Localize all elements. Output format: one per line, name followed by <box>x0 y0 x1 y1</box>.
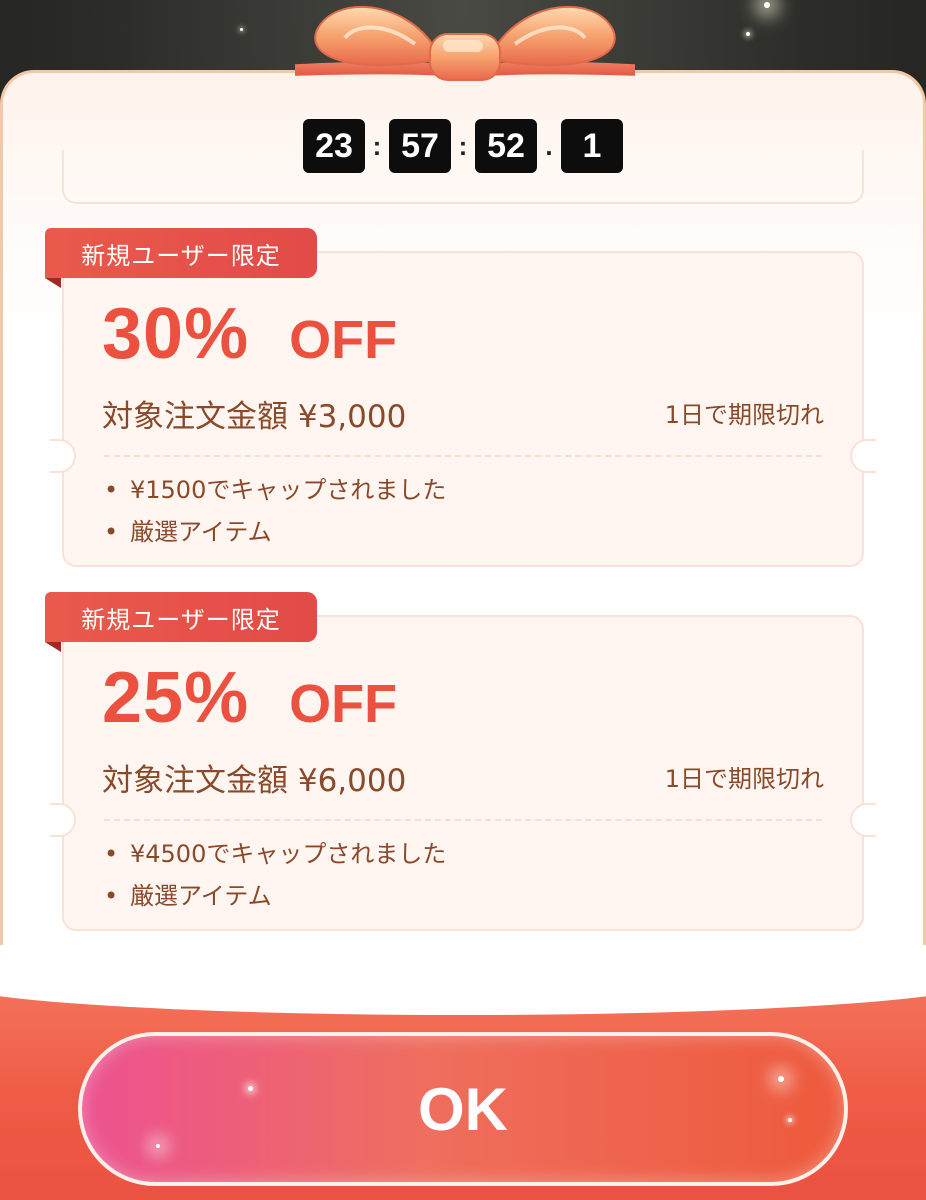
list-item: • 厳選アイテム <box>104 882 272 910</box>
sparkle-icon <box>240 28 243 31</box>
new-user-badge: 新規ユーザー限定 <box>45 228 317 288</box>
sparkle-icon <box>248 1086 253 1091</box>
coupon-card[interactable]: 25% OFF 対象注文金額 ¥6,000 1日で期限切れ • ¥4500でキャッ… <box>50 615 876 931</box>
ticket-notch <box>50 803 76 837</box>
coupon-terms-list: • ¥4500でキャップされました • 厳選アイテム <box>104 833 446 917</box>
dashed-divider <box>104 819 822 821</box>
sparkle-icon <box>778 1076 784 1082</box>
ok-button-label: OK <box>418 1075 508 1143</box>
discount-amount: 30% OFF <box>102 293 397 375</box>
new-user-badge: 新規ユーザー限定 <box>45 592 317 652</box>
expiry-text: 1日で期限切れ <box>664 401 824 429</box>
ticket-notch <box>850 439 876 473</box>
coupon-card[interactable]: 30% OFF 対象注文金額 ¥3,000 1日で期限切れ • ¥1500でキャッ… <box>50 251 876 567</box>
discount-amount: 25% OFF <box>102 657 397 739</box>
ok-button[interactable]: OK <box>78 1032 848 1186</box>
gift-bow-icon <box>295 5 635 81</box>
discount-off-label: OFF <box>289 674 398 734</box>
sparkle-icon <box>746 32 750 36</box>
minimum-order-condition: 対象注文金額 ¥3,000 <box>102 399 407 435</box>
list-item: • ¥4500でキャップされました <box>104 840 447 868</box>
coupon-card-partial <box>62 150 864 204</box>
ticket-notch <box>850 803 876 837</box>
dashed-divider <box>104 455 822 457</box>
coupon-terms-list: • ¥1500でキャップされました • 厳選アイテム <box>104 469 446 553</box>
minimum-order-condition: 対象注文金額 ¥6,000 <box>102 763 407 799</box>
expiry-text: 1日で期限切れ <box>664 765 824 793</box>
discount-percent: 25% <box>102 658 250 738</box>
list-item: • 厳選アイテム <box>104 518 272 546</box>
list-item: • ¥1500でキャップされました <box>104 476 447 504</box>
discount-percent: 30% <box>102 294 250 374</box>
sparkle-icon <box>156 1144 160 1148</box>
sparkle-icon <box>764 2 770 8</box>
ticket-notch <box>50 439 76 473</box>
discount-off-label: OFF <box>289 310 398 370</box>
sparkle-icon <box>788 1118 792 1122</box>
